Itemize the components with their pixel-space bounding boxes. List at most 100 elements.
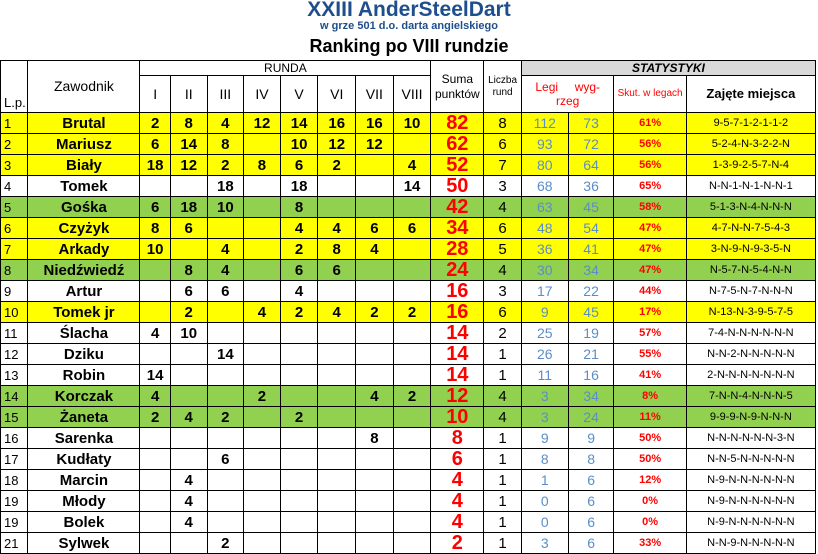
round-score-6: 12	[317, 133, 357, 155]
round-score-6	[317, 280, 357, 302]
legs-won: 3	[520, 532, 569, 554]
round-count: 6	[483, 301, 522, 323]
round-score-8	[392, 490, 432, 512]
round-score-7: 2	[355, 301, 394, 323]
rank-cell: 4	[0, 175, 29, 197]
round-score-8: 4	[392, 154, 432, 176]
round-score-2	[169, 532, 208, 554]
round-score-8	[392, 259, 432, 281]
sum-points: 82	[430, 112, 485, 134]
round-score-6: 6	[317, 259, 357, 281]
rank-cell: 10	[0, 301, 29, 323]
rank-cell: 17	[0, 448, 29, 470]
round-score-2: 4	[169, 511, 208, 533]
round-score-7: 16	[355, 112, 394, 134]
round-score-2: 4	[169, 406, 208, 428]
header-round-2: II	[169, 75, 208, 113]
round-score-8	[392, 364, 432, 386]
legs-won: 1	[520, 469, 569, 491]
round-score-3: 6	[206, 280, 245, 302]
header-skut: Skut. w legach	[613, 75, 687, 113]
rank-cell: 3	[0, 154, 29, 176]
places-taken: N-N-5-N-N-N-N-N	[685, 448, 817, 470]
round-count: 1	[483, 343, 522, 365]
sum-points: 16	[430, 301, 485, 323]
places-taken: N-9-N-N-N-N-N-N	[685, 469, 817, 491]
round-score-1	[139, 511, 171, 533]
round-score-6	[317, 406, 357, 428]
header-sum: Suma punktów	[430, 60, 485, 113]
leg-efficiency: 44%	[613, 280, 687, 302]
sum-points: 14	[430, 343, 485, 365]
round-score-3	[206, 301, 245, 323]
round-score-2: 12	[169, 154, 208, 176]
round-score-7	[355, 511, 394, 533]
legs-lost: 8	[567, 448, 615, 470]
legs-lost: 36	[567, 175, 615, 197]
round-score-4	[243, 343, 281, 365]
leg-efficiency: 57%	[613, 322, 687, 344]
sum-points: 4	[430, 511, 485, 533]
round-score-5	[279, 532, 319, 554]
round-score-1: 2	[139, 112, 171, 134]
round-score-1	[139, 280, 171, 302]
places-taken: N-N-1-N-1-N-N-1	[685, 175, 817, 197]
round-score-3: 6	[206, 448, 245, 470]
sum-points: 52	[430, 154, 485, 176]
round-score-5: 2	[279, 301, 319, 323]
legs-won: 9	[520, 301, 569, 323]
header-player: Zawodnik	[27, 60, 141, 113]
header-round-5: V	[279, 75, 319, 113]
legs-won: 36	[520, 238, 569, 260]
round-score-3: 18	[206, 175, 245, 197]
round-score-5	[279, 448, 319, 470]
round-count: 6	[483, 217, 522, 239]
round-score-8	[392, 133, 432, 155]
legs-won: 0	[520, 490, 569, 512]
legs-lost: 72	[567, 133, 615, 155]
header-round-6: VI	[317, 75, 357, 113]
round-score-1: 14	[139, 364, 171, 386]
round-score-3	[206, 364, 245, 386]
sum-points: 12	[430, 385, 485, 407]
round-score-7	[355, 175, 394, 197]
round-score-8: 14	[392, 175, 432, 197]
round-count: 1	[483, 364, 522, 386]
player-name: Marcin	[27, 469, 141, 491]
table-row: 7 Arkady 10 4 2 8 4 28 5 36 41 47% 3-N-9-N-9-3-5-N	[0, 238, 817, 260]
round-score-4	[243, 490, 281, 512]
legs-lost: 34	[567, 385, 615, 407]
player-name: Ślacha	[27, 322, 141, 344]
round-score-4	[243, 511, 281, 533]
leg-efficiency: 8%	[613, 385, 687, 407]
places-taken: 5-1-3-N-4-N-N-N	[685, 196, 817, 218]
round-score-7	[355, 343, 394, 365]
leg-efficiency: 56%	[613, 154, 687, 176]
round-score-8	[392, 406, 432, 428]
table-row: 19 Młody 4 4 1 0 6 0% N-9-N-N-N-N-N-N	[0, 490, 817, 512]
round-score-6	[317, 427, 357, 449]
player-name: Niedźwiedź	[27, 259, 141, 281]
places-taken: N-N-N-N-N-N-3-N	[685, 427, 817, 449]
round-score-2	[169, 238, 208, 260]
legs-lost: 6	[567, 490, 615, 512]
round-score-7	[355, 154, 394, 176]
round-score-7	[355, 490, 394, 512]
round-score-5: 2	[279, 406, 319, 428]
legs-won: 63	[520, 196, 569, 218]
legs-lost: 41	[567, 238, 615, 260]
header-round-4: IV	[243, 75, 281, 113]
player-name: Mariusz	[27, 133, 141, 155]
round-score-4	[243, 469, 281, 491]
places-taken: 1-3-9-2-5-7-N-4	[685, 154, 817, 176]
player-name: Żaneta	[27, 406, 141, 428]
round-score-1: 18	[139, 154, 171, 176]
table-row: 5 Gośka 6 18 10 8 42 4 63 45 58% 5-1-3-N-4-N-N-N	[0, 196, 817, 218]
round-score-4	[243, 217, 281, 239]
round-score-3: 14	[206, 343, 245, 365]
round-score-8: 2	[392, 301, 432, 323]
round-score-5: 14	[279, 112, 319, 134]
round-score-5: 4	[279, 217, 319, 239]
places-taken: N-9-N-N-N-N-N-N	[685, 511, 817, 533]
legs-won: 48	[520, 217, 569, 239]
